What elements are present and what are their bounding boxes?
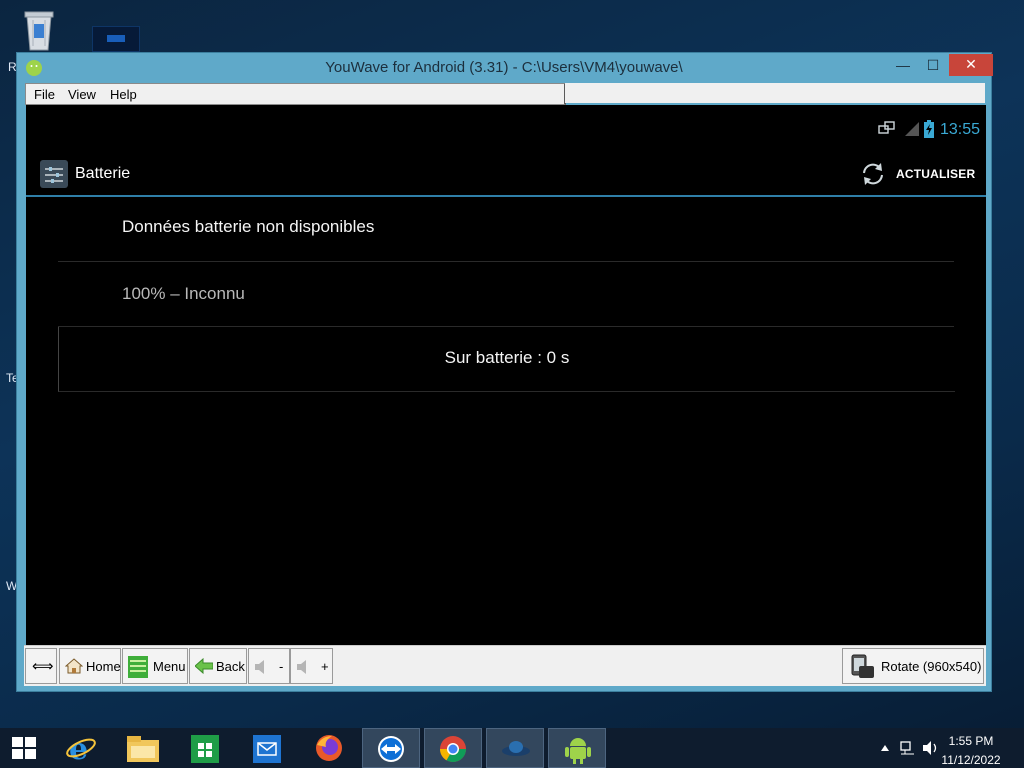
menu-bar-filler <box>565 83 985 103</box>
network-icon <box>878 121 895 134</box>
list-item[interactable]: Données batterie non disponibles <box>58 197 954 262</box>
show-hidden-icons-icon[interactable] <box>880 744 890 752</box>
signal-icon <box>905 122 919 136</box>
recycle-bin-icon[interactable] <box>20 6 58 52</box>
menu-bar: File View Help <box>25 83 566 105</box>
internet-explorer-icon: e <box>66 733 96 763</box>
rotate-device-icon <box>851 654 874 678</box>
refresh-label: ACTUALISER <box>896 167 976 181</box>
volume-down-label: - <box>279 659 284 674</box>
rotate-label: Rotate (960x540) <box>881 659 982 674</box>
battery-icon <box>924 120 934 138</box>
refresh-button[interactable]: ACTUALISER <box>860 159 978 189</box>
android-icon <box>565 738 591 764</box>
speaker-icon <box>297 660 306 674</box>
menu-help[interactable]: Help <box>110 87 137 102</box>
settings-sliders-icon[interactable] <box>40 160 68 188</box>
window-titlebar[interactable]: YouWave for Android (3.31) - C:\Users\VM… <box>17 53 993 83</box>
volume-up-button[interactable]: + <box>290 648 333 684</box>
status-clock: 13:55 <box>939 121 980 138</box>
android-status-bar: 13:55 <box>26 105 986 153</box>
desktop-shortcut-icon[interactable] <box>92 26 140 52</box>
menu-file[interactable]: File <box>34 87 55 102</box>
taskbar-store[interactable] <box>176 728 234 768</box>
system-clock[interactable]: 1:55 PM 11/12/2022 <box>936 734 1006 767</box>
list-item[interactable]: 100% – Inconnu <box>58 262 954 327</box>
clock-date: 11/12/2022 <box>941 753 1001 767</box>
list-item[interactable]: Sur batterie : 0 s <box>58 327 955 392</box>
taskbar: e 1:55 PM 11/12/2022 <box>0 728 1024 768</box>
battery-status-text: Données batterie non disponibles <box>122 217 375 236</box>
taskbar-chrome[interactable] <box>424 728 482 768</box>
android-screen[interactable]: 13:55 Batterie ACTUALISER Données batter… <box>26 105 986 645</box>
taskbar-app[interactable] <box>486 728 544 768</box>
start-button[interactable] <box>0 728 50 768</box>
speaker-icon <box>255 660 264 674</box>
action-bar-title: Batterie <box>75 165 131 182</box>
network-tray-icon[interactable] <box>900 740 916 756</box>
rotate-button[interactable]: Rotate (960x540) <box>842 648 984 684</box>
mail-icon <box>253 735 281 763</box>
volume-down-button[interactable]: - <box>248 648 290 684</box>
taskbar-file-explorer[interactable] <box>114 728 172 768</box>
home-button[interactable]: Home <box>59 648 121 684</box>
taskbar-firefox[interactable] <box>300 728 358 768</box>
menu-view[interactable]: View <box>68 87 96 102</box>
youwave-window: YouWave for Android (3.31) - C:\Users\VM… <box>16 52 993 692</box>
back-button[interactable]: Back <box>189 648 247 684</box>
android-action-bar: Batterie ACTUALISER <box>26 153 986 197</box>
resize-button[interactable]: ⟺ <box>25 648 57 684</box>
clock-time: 1:55 PM <box>948 734 994 748</box>
on-battery-time-text: Sur batterie : 0 s <box>444 348 570 367</box>
battery-level-text: 100% – Inconnu <box>122 284 245 303</box>
close-button[interactable]: ✕ <box>949 54 993 76</box>
back-arrow-icon <box>195 658 213 674</box>
teamviewer-icon <box>378 736 404 762</box>
taskbar-mail[interactable] <box>238 728 296 768</box>
system-tray: 1:55 PM 11/12/2022 <box>864 728 1024 768</box>
minimize-button[interactable]: — <box>889 55 917 75</box>
menu-label: Menu <box>153 659 186 674</box>
volume-up-label: + <box>321 659 329 674</box>
window-title: YouWave for Android (3.31) - C:\Users\VM… <box>325 59 683 76</box>
svg-text:e: e <box>69 733 88 763</box>
maximize-button[interactable]: ☐ <box>919 55 947 75</box>
taskbar-youwave[interactable] <box>548 728 606 768</box>
store-icon <box>191 735 219 763</box>
home-label: Home <box>86 659 121 674</box>
resize-icon: ⟺ <box>32 658 54 675</box>
ufo-app-icon <box>502 741 530 756</box>
taskbar-teamviewer[interactable] <box>362 728 420 768</box>
menu-button[interactable]: Menu <box>122 648 188 684</box>
taskbar-ie[interactable]: e <box>52 728 110 768</box>
windows-logo-icon <box>12 737 36 759</box>
menu-icon <box>128 656 148 678</box>
folder-icon <box>127 736 159 762</box>
emulator-toolbar: ⟺ Home Menu Back - + Rotate (960x540) <box>24 645 986 686</box>
chrome-icon <box>439 736 467 763</box>
firefox-icon <box>316 735 342 761</box>
home-icon <box>65 658 83 674</box>
back-label: Back <box>216 659 245 674</box>
refresh-icon <box>863 163 883 185</box>
